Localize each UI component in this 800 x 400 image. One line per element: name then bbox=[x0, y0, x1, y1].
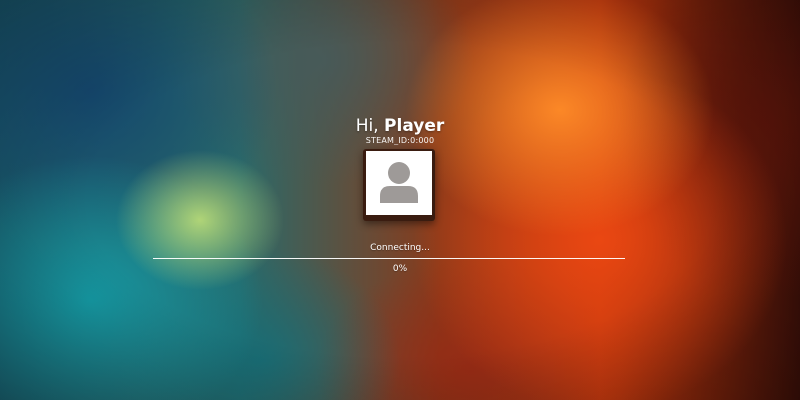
avatar bbox=[366, 151, 432, 215]
steam-id: STEAM_ID:0:000 bbox=[365, 136, 435, 145]
player-name: Player bbox=[384, 116, 445, 136]
user-icon bbox=[380, 162, 418, 203]
greeting: Hi, Player bbox=[0, 116, 800, 136]
avatar-frame bbox=[363, 149, 435, 221]
connection-status: Connecting... bbox=[370, 243, 430, 253]
progress-bar bbox=[153, 258, 625, 259]
greeting-prefix: Hi, bbox=[355, 116, 385, 136]
progress-percent: 0% bbox=[392, 264, 408, 274]
